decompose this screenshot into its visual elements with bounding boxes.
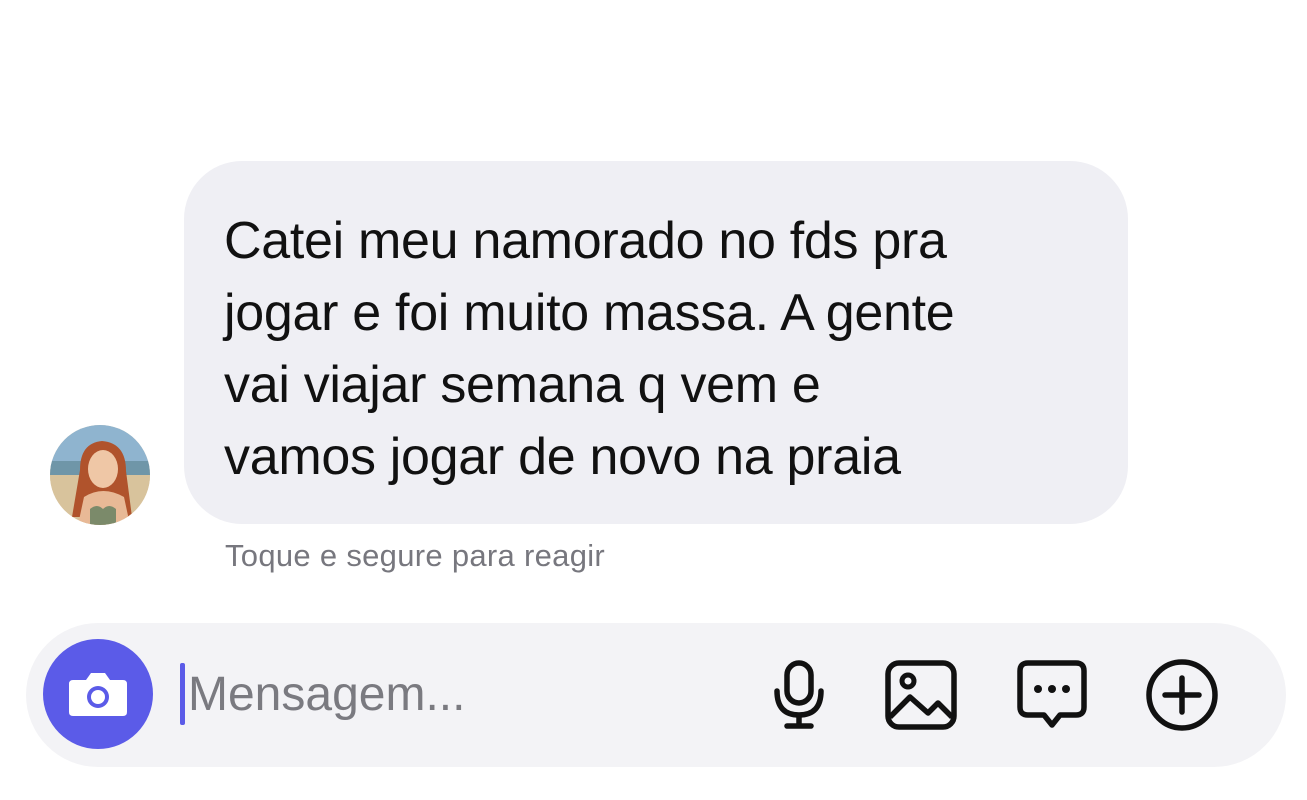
text-cursor bbox=[180, 663, 185, 725]
plus-circle-icon bbox=[1146, 659, 1218, 731]
message-input[interactable] bbox=[188, 659, 728, 729]
image-icon bbox=[885, 660, 957, 730]
message-composer bbox=[26, 623, 1286, 767]
sender-avatar[interactable] bbox=[50, 425, 150, 525]
reaction-hint: Toque e segure para reagir bbox=[225, 538, 606, 573]
camera-button[interactable] bbox=[43, 639, 153, 749]
more-options-button[interactable] bbox=[1012, 655, 1092, 735]
microphone-icon bbox=[774, 660, 824, 729]
message-text: Catei meu namorado no fds pra jogar e fo… bbox=[224, 212, 955, 486]
message-bubble[interactable]: Catei meu namorado no fds pra jogar e fo… bbox=[184, 161, 1128, 524]
avatar-photo bbox=[50, 425, 150, 525]
gallery-button[interactable] bbox=[881, 655, 961, 735]
chat-more-icon bbox=[1017, 660, 1087, 728]
camera-icon bbox=[69, 673, 127, 716]
microphone-button[interactable] bbox=[759, 655, 839, 735]
chat-screen: Catei meu namorado no fds pra jogar e fo… bbox=[0, 0, 1307, 800]
add-button[interactable] bbox=[1142, 655, 1222, 735]
